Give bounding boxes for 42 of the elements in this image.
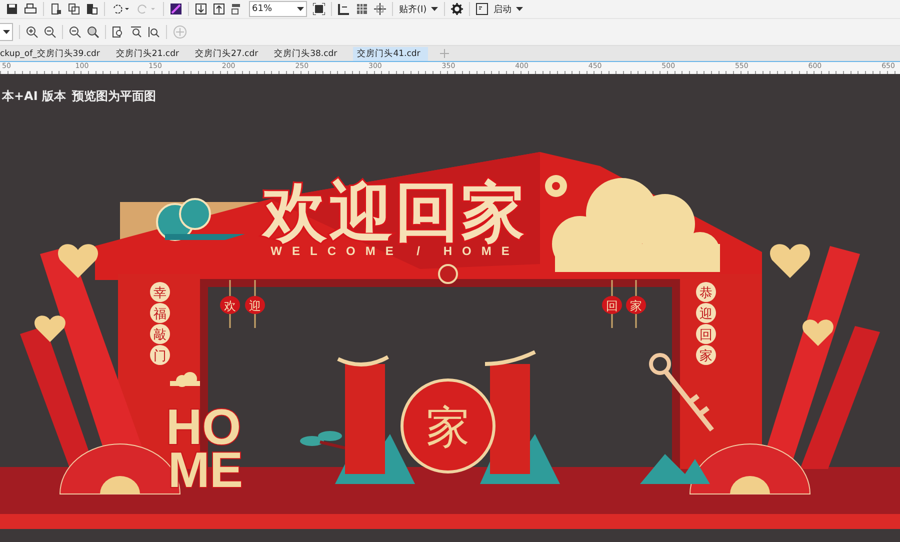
undo-icon[interactable]	[111, 3, 131, 15]
zoom-out-icon[interactable]	[44, 26, 56, 38]
snap-dropdown[interactable]: 贴齐(I)	[399, 2, 438, 16]
lantern-character: 回	[606, 299, 618, 313]
lantern-character: 迎	[249, 299, 261, 313]
zoom-height-icon[interactable]	[148, 26, 160, 38]
export-icon[interactable]	[213, 3, 225, 15]
zoom-level-dropdown[interactable]: 61%	[249, 1, 307, 17]
lantern-character: 欢	[224, 299, 236, 313]
full-screen-icon[interactable]	[313, 3, 325, 15]
zoom-in-icon[interactable]	[26, 26, 38, 38]
document-tab[interactable]: ckup_of_交房门头39.cdr	[0, 46, 108, 60]
document-tab[interactable]: 交房门头41.cdr	[353, 46, 428, 60]
launcher-icon[interactable]	[170, 3, 182, 15]
zoom-all-icon[interactable]	[87, 26, 99, 38]
document-tab[interactable]: 交房门头21.cdr	[116, 46, 187, 60]
document-tab[interactable]: 交房门头38.cdr	[274, 46, 346, 60]
caret-icon	[297, 7, 304, 11]
caret-icon	[516, 7, 523, 11]
zoom-page-icon[interactable]	[112, 26, 124, 38]
settings-icon[interactable]	[450, 3, 463, 15]
save-icon[interactable]	[6, 3, 18, 15]
vertical-slogan: 幸福敲门	[154, 286, 166, 364]
guidelines-icon[interactable]	[374, 3, 386, 15]
zoom-selected-icon[interactable]	[69, 26, 81, 38]
print-icon[interactable]	[24, 3, 37, 15]
rulers-icon[interactable]	[338, 3, 350, 15]
zoom-width-icon[interactable]	[130, 26, 142, 38]
import-icon[interactable]	[195, 3, 207, 15]
paste-icon[interactable]	[86, 3, 98, 15]
copy-icon[interactable]	[68, 3, 80, 15]
vertical-slogan: 恭迎回家	[700, 286, 712, 364]
grid-icon[interactable]	[356, 3, 368, 15]
canvas-note: 预览图为平面图	[72, 89, 156, 103]
caret-icon	[430, 7, 438, 11]
canvas-note: 本+AI 版本	[2, 89, 66, 103]
emblem-character: 家	[426, 402, 470, 453]
window-icon[interactable]	[476, 3, 488, 15]
document-tab[interactable]: 交房门头27.cdr	[195, 46, 266, 60]
page-icon[interactable]	[50, 3, 62, 15]
lantern-character: 家	[630, 299, 642, 313]
launch-dropdown[interactable]: 启动	[494, 2, 523, 16]
